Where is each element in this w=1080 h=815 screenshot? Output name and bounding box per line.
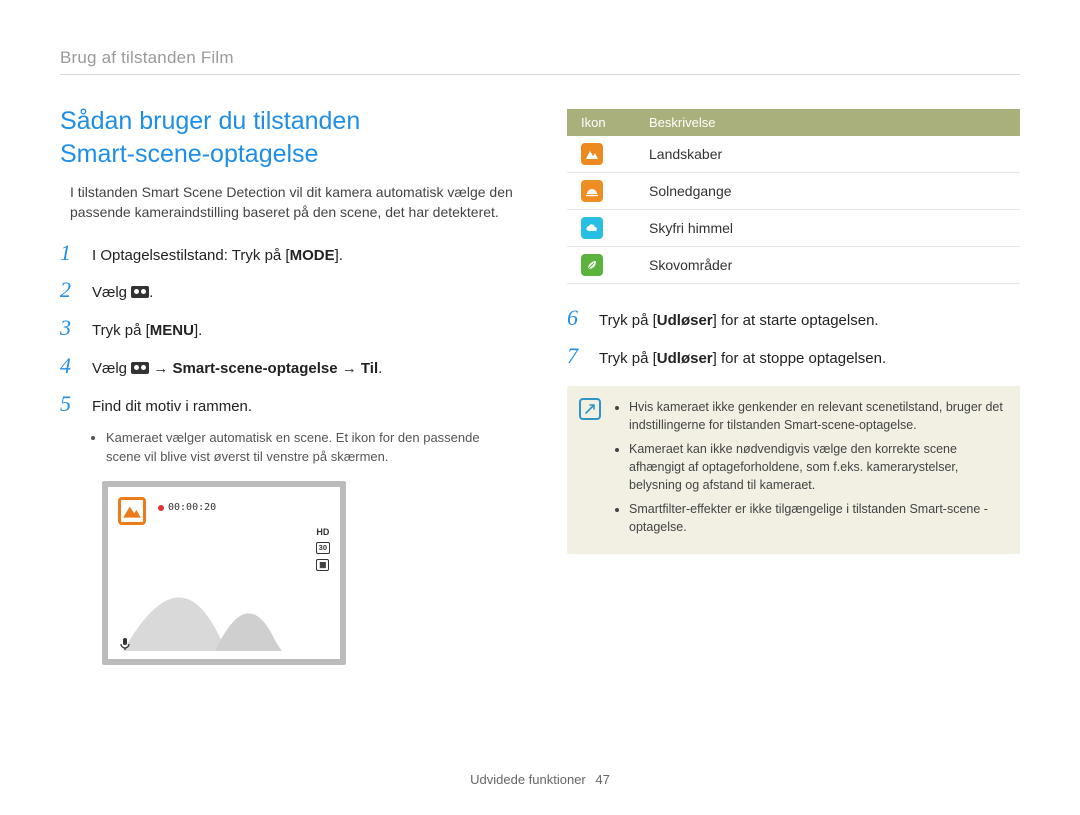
right-column: Ikon Beskrivelse Landskaber Solnedgange bbox=[567, 105, 1020, 665]
film-icon bbox=[131, 286, 149, 298]
table-cell-desc: Landskaber bbox=[635, 136, 1020, 173]
table-header-icon: Ikon bbox=[567, 109, 635, 136]
table-row: Landskaber bbox=[567, 136, 1020, 173]
step-body: Find dit motiv i rammen. bbox=[92, 396, 252, 418]
step-body: Vælg . bbox=[92, 282, 153, 304]
step-number: 7 bbox=[567, 344, 587, 368]
scene-detect-icon bbox=[118, 497, 146, 525]
mic-icon bbox=[118, 637, 132, 651]
step-bold: → Smart-scene-optagelse → Til bbox=[149, 360, 378, 377]
shutter-key: Udløser bbox=[657, 348, 713, 370]
table-cell-desc: Solnedgange bbox=[635, 173, 1020, 210]
hd-indicator: HD bbox=[316, 527, 329, 537]
step-subnote: Kameraet vælger automatisk en scene. Et … bbox=[106, 429, 513, 467]
subnote-item: Kameraet vælger automatisk en scene. Et … bbox=[106, 429, 513, 467]
intro-text: I tilstanden Smart Scene Detection vil d… bbox=[60, 182, 513, 223]
camera-screen-illustration: 00:00:20 HD 30 ▦ bbox=[102, 481, 346, 665]
film-icon bbox=[131, 362, 149, 374]
step-number: 1 bbox=[60, 241, 80, 265]
mountain-graphic bbox=[112, 548, 336, 655]
rec-time: 00:00:20 bbox=[168, 502, 216, 513]
menu-key: MENU bbox=[150, 320, 194, 342]
footer-page-number: 47 bbox=[595, 772, 609, 787]
title-line-1: Sådan bruger du tilstanden bbox=[60, 107, 360, 135]
step-number: 6 bbox=[567, 306, 587, 330]
sunset-icon bbox=[581, 180, 603, 202]
steps-right: 6 Tryk på [Udløser] for at starte optage… bbox=[567, 306, 1020, 370]
footer-section: Udvidede funktioner bbox=[470, 772, 586, 787]
table-row: Skyfri himmel bbox=[567, 210, 1020, 247]
step-body: Tryk på [MENU]. bbox=[92, 320, 202, 342]
step-body: Tryk på [Udløser] for at stoppe optagels… bbox=[599, 348, 886, 370]
step-number: 2 bbox=[60, 278, 80, 302]
left-column: Sådan bruger du tilstanden Smart-scene-o… bbox=[60, 105, 513, 665]
rec-dot-icon bbox=[158, 505, 164, 511]
table-cell-desc: Skyfri himmel bbox=[635, 210, 1020, 247]
note-icon bbox=[579, 398, 601, 420]
step-body: Vælg → Smart-scene-optagelse → Til. bbox=[92, 358, 382, 380]
table-header-desc: Beskrivelse bbox=[635, 109, 1020, 136]
mode-key: MODE bbox=[290, 245, 335, 267]
note-box: Hvis kameraet ikke genkender en relevant… bbox=[567, 386, 1020, 555]
note-item: Kameraet kan ikke nødvendigvis vælge den… bbox=[629, 440, 1004, 494]
step-number: 5 bbox=[60, 392, 80, 416]
cloud-icon bbox=[581, 217, 603, 239]
landscape-icon bbox=[581, 143, 603, 165]
rec-timer: 00:00:20 bbox=[158, 502, 216, 513]
steps-left: 1 I Optagelsestilstand: Tryk på [MODE]. … bbox=[60, 241, 513, 418]
table-cell-desc: Skovområder bbox=[635, 247, 1020, 284]
page-title: Sådan bruger du tilstanden Smart-scene-o… bbox=[60, 105, 513, 170]
page-footer: Udvidede funktioner 47 bbox=[0, 772, 1080, 787]
step-number: 4 bbox=[60, 354, 80, 378]
shutter-key: Udløser bbox=[657, 310, 713, 332]
table-row: Solnedgange bbox=[567, 173, 1020, 210]
step-body: I Optagelsestilstand: Tryk på [MODE]. bbox=[92, 245, 343, 267]
breadcrumb: Brug af tilstanden Film bbox=[60, 48, 1020, 75]
step-number: 3 bbox=[60, 316, 80, 340]
note-list: Hvis kameraet ikke genkender en relevant… bbox=[629, 398, 1004, 543]
step-body: Tryk på [Udløser] for at starte optagels… bbox=[599, 310, 879, 332]
note-item: Hvis kameraet ikke genkender en relevant… bbox=[629, 398, 1004, 434]
title-line-2: Smart-scene-optagelse bbox=[60, 140, 318, 168]
icon-table: Ikon Beskrivelse Landskaber Solnedgange bbox=[567, 109, 1020, 284]
leaf-icon bbox=[581, 254, 603, 276]
table-row: Skovområder bbox=[567, 247, 1020, 284]
note-item: Smartfilter-effekter er ikke tilgængelig… bbox=[629, 500, 1004, 536]
